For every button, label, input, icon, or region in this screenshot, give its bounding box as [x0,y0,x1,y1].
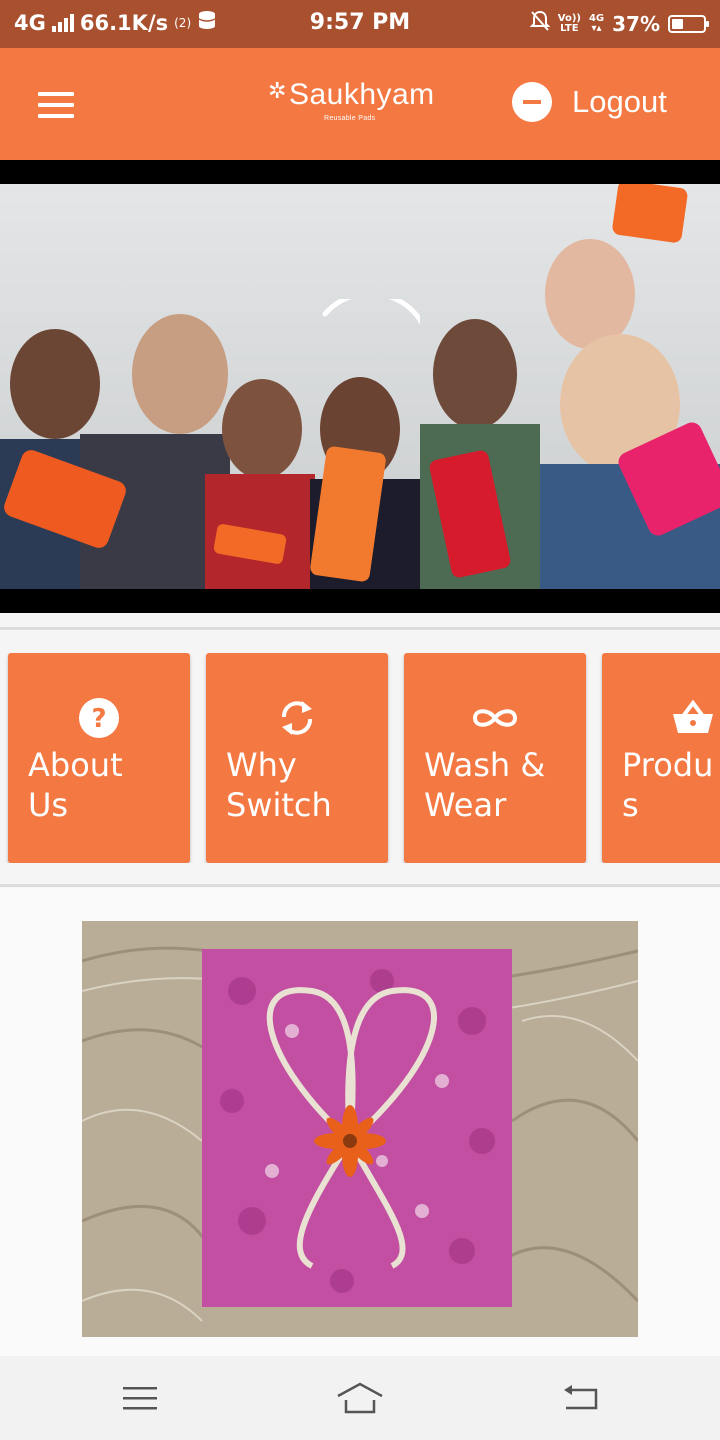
product-image[interactable] [82,921,638,1337]
minus-circle-icon [512,82,552,122]
loading-spinner-icon [322,299,420,325]
hero-banner[interactable] [0,160,720,613]
logo-tagline: Reusable Pads [324,115,376,122]
question-circle-icon: ? [79,698,119,738]
battery-icon [668,14,709,33]
system-nav-bar [0,1356,720,1440]
battery-percent: 37% [612,11,660,36]
tile-label: Why Switch [226,746,332,824]
volte-indicator: Vo)) LTE [557,12,581,34]
status-bar: 4G 66.1K/s (2) 9:57 PM Vo)) LTE 4G ▾▴ 37… [0,0,720,48]
feature-tiles: ? About Us Why Switch Wash & Wear Produ … [0,653,720,863]
divider [0,627,720,630]
tile-wash-wear[interactable]: Wash & Wear [404,653,586,863]
tile-products[interactable]: Produ s [602,653,720,863]
refresh-icon [282,701,312,735]
logo-flower-icon: ✲ [268,78,287,103]
tile-label: About Us [28,746,123,824]
mute-icon [529,10,551,37]
tile-label: Wash & Wear [424,746,546,824]
logo-text: Saukhyam [288,78,435,111]
divider [0,884,720,887]
product-section [0,888,720,1356]
hero-image [0,184,720,589]
menu-icon[interactable] [110,1380,170,1416]
infinity-icon [472,709,518,727]
tile-about-us[interactable]: ? About Us [8,653,190,863]
back-icon[interactable] [550,1380,610,1416]
hamburger-icon[interactable] [38,92,74,118]
brand-logo: ✲Saukhyam Reusable Pads [268,78,435,122]
logout-button[interactable]: Logout [512,82,667,122]
tile-why-switch[interactable]: Why Switch [206,653,388,863]
logout-label: Logout [572,84,667,119]
app-header: ✲Saukhyam Reusable Pads Logout [0,48,720,160]
svg-text:?: ? [91,704,106,734]
network-type-right: 4G ▾▴ [588,12,605,34]
home-icon[interactable] [330,1380,390,1416]
basket-icon [673,699,713,733]
tile-label: Produ s [622,746,714,824]
